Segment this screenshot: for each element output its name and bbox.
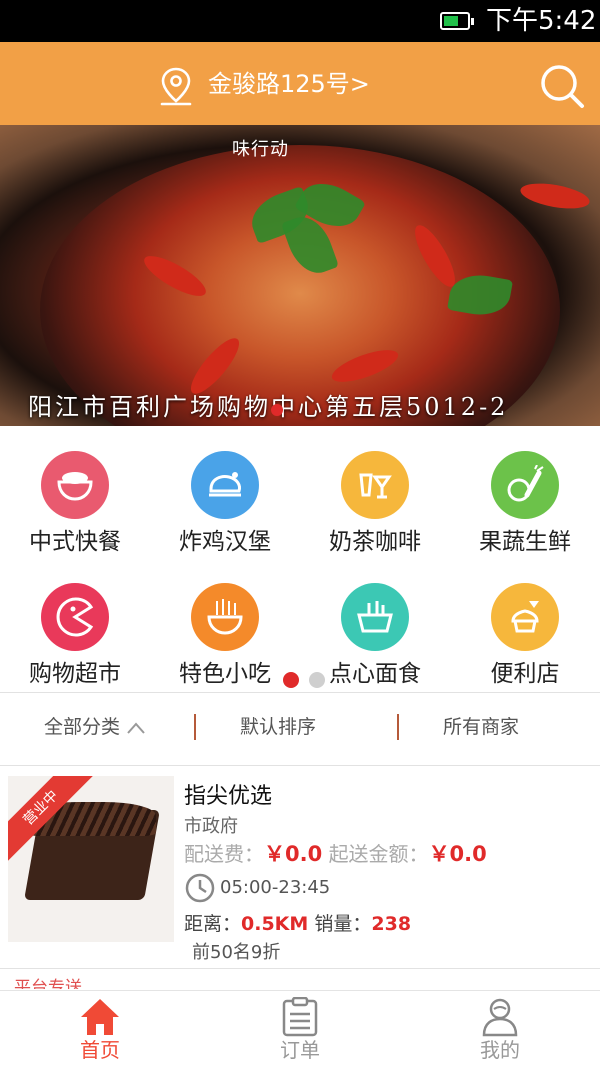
clock-icon [185,873,215,903]
filter-separator [194,714,196,740]
filter-all-categories[interactable]: 全部分类 [44,714,146,740]
filter-all-shops[interactable]: 所有商家 [443,714,519,740]
nav-orders[interactable]: 订单 [200,991,400,1067]
promo-text: 前50名9折 [192,942,281,963]
category-local-snacks[interactable]: 特色小吃 [150,583,300,703]
status-bar: 下午5:42 [0,0,600,42]
noodle-bowl-icon [191,583,259,651]
delivery-fee-line: 配送费：￥0.0 起送金额：￥0.0 [184,842,487,866]
banner-brand-logo: 味行动 [232,139,289,160]
chevron-up-icon [127,721,145,734]
fruit-vegetable-icon [491,451,559,519]
min-order-value: ￥0.0 [428,842,487,866]
banner-indicator-dot[interactable] [271,404,283,416]
location-pin-icon[interactable] [158,66,194,106]
basket-icon [341,583,409,651]
pacman-icon [41,583,109,651]
category-page-dot-1[interactable] [283,672,299,688]
dessert-icon [491,583,559,651]
top-header: 金骏路125号> [0,42,600,125]
category-convenience-store[interactable]: 便利店 [450,583,600,703]
search-icon[interactable] [538,62,586,110]
shop-thumbnail[interactable]: 营业中 [8,776,174,942]
distance-sales-line: 距离：0.5KM 销量：238 [184,913,412,935]
bottom-navigation: 首页 订单 我的 [0,990,600,1067]
profile-icon [482,998,518,1037]
nav-profile[interactable]: 我的 [400,991,600,1067]
battery-icon [440,12,474,30]
category-page-dot-2[interactable] [309,672,325,688]
drinks-icon [341,451,409,519]
platform-delivery-tag: 平台专送 [14,978,82,989]
business-hours: 05:00-23:45 [220,877,331,898]
promo-banner[interactable]: 味行动 阳江市百利广场购物中心第五层5012-2 [0,125,600,426]
banner-caption: 阳江市百利广场购物中心第五层5012-2 [28,393,509,421]
section-divider [0,968,600,969]
category-chinese-fast-food[interactable]: 中式快餐 [0,451,150,571]
filter-default-sort[interactable]: 默认排序 [240,714,316,740]
category-supermarket[interactable]: 购物超市 [0,583,150,703]
roast-chicken-icon [191,451,259,519]
delivery-fee-value: ￥0.0 [264,842,323,866]
category-fresh-produce[interactable]: 果蔬生鲜 [450,451,600,571]
delivery-address-link[interactable]: 金骏路125号> [208,66,370,102]
order-list-icon [282,997,318,1037]
shop-area: 市政府 [184,816,238,837]
category-milk-tea-coffee[interactable]: 奶茶咖啡 [300,451,450,571]
distance-value: 0.5KM [241,913,309,935]
filter-separator [397,714,399,740]
nav-home[interactable]: 首页 [0,991,200,1067]
rice-bowl-icon [41,451,109,519]
home-icon [81,999,119,1035]
category-fried-chicken[interactable]: 炸鸡汉堡 [150,451,300,571]
section-divider [0,692,600,693]
status-time: 下午5:42 [486,6,597,36]
sales-value: 238 [371,913,412,935]
section-divider [0,765,600,766]
shop-name[interactable]: 指尖优选 [184,778,272,810]
